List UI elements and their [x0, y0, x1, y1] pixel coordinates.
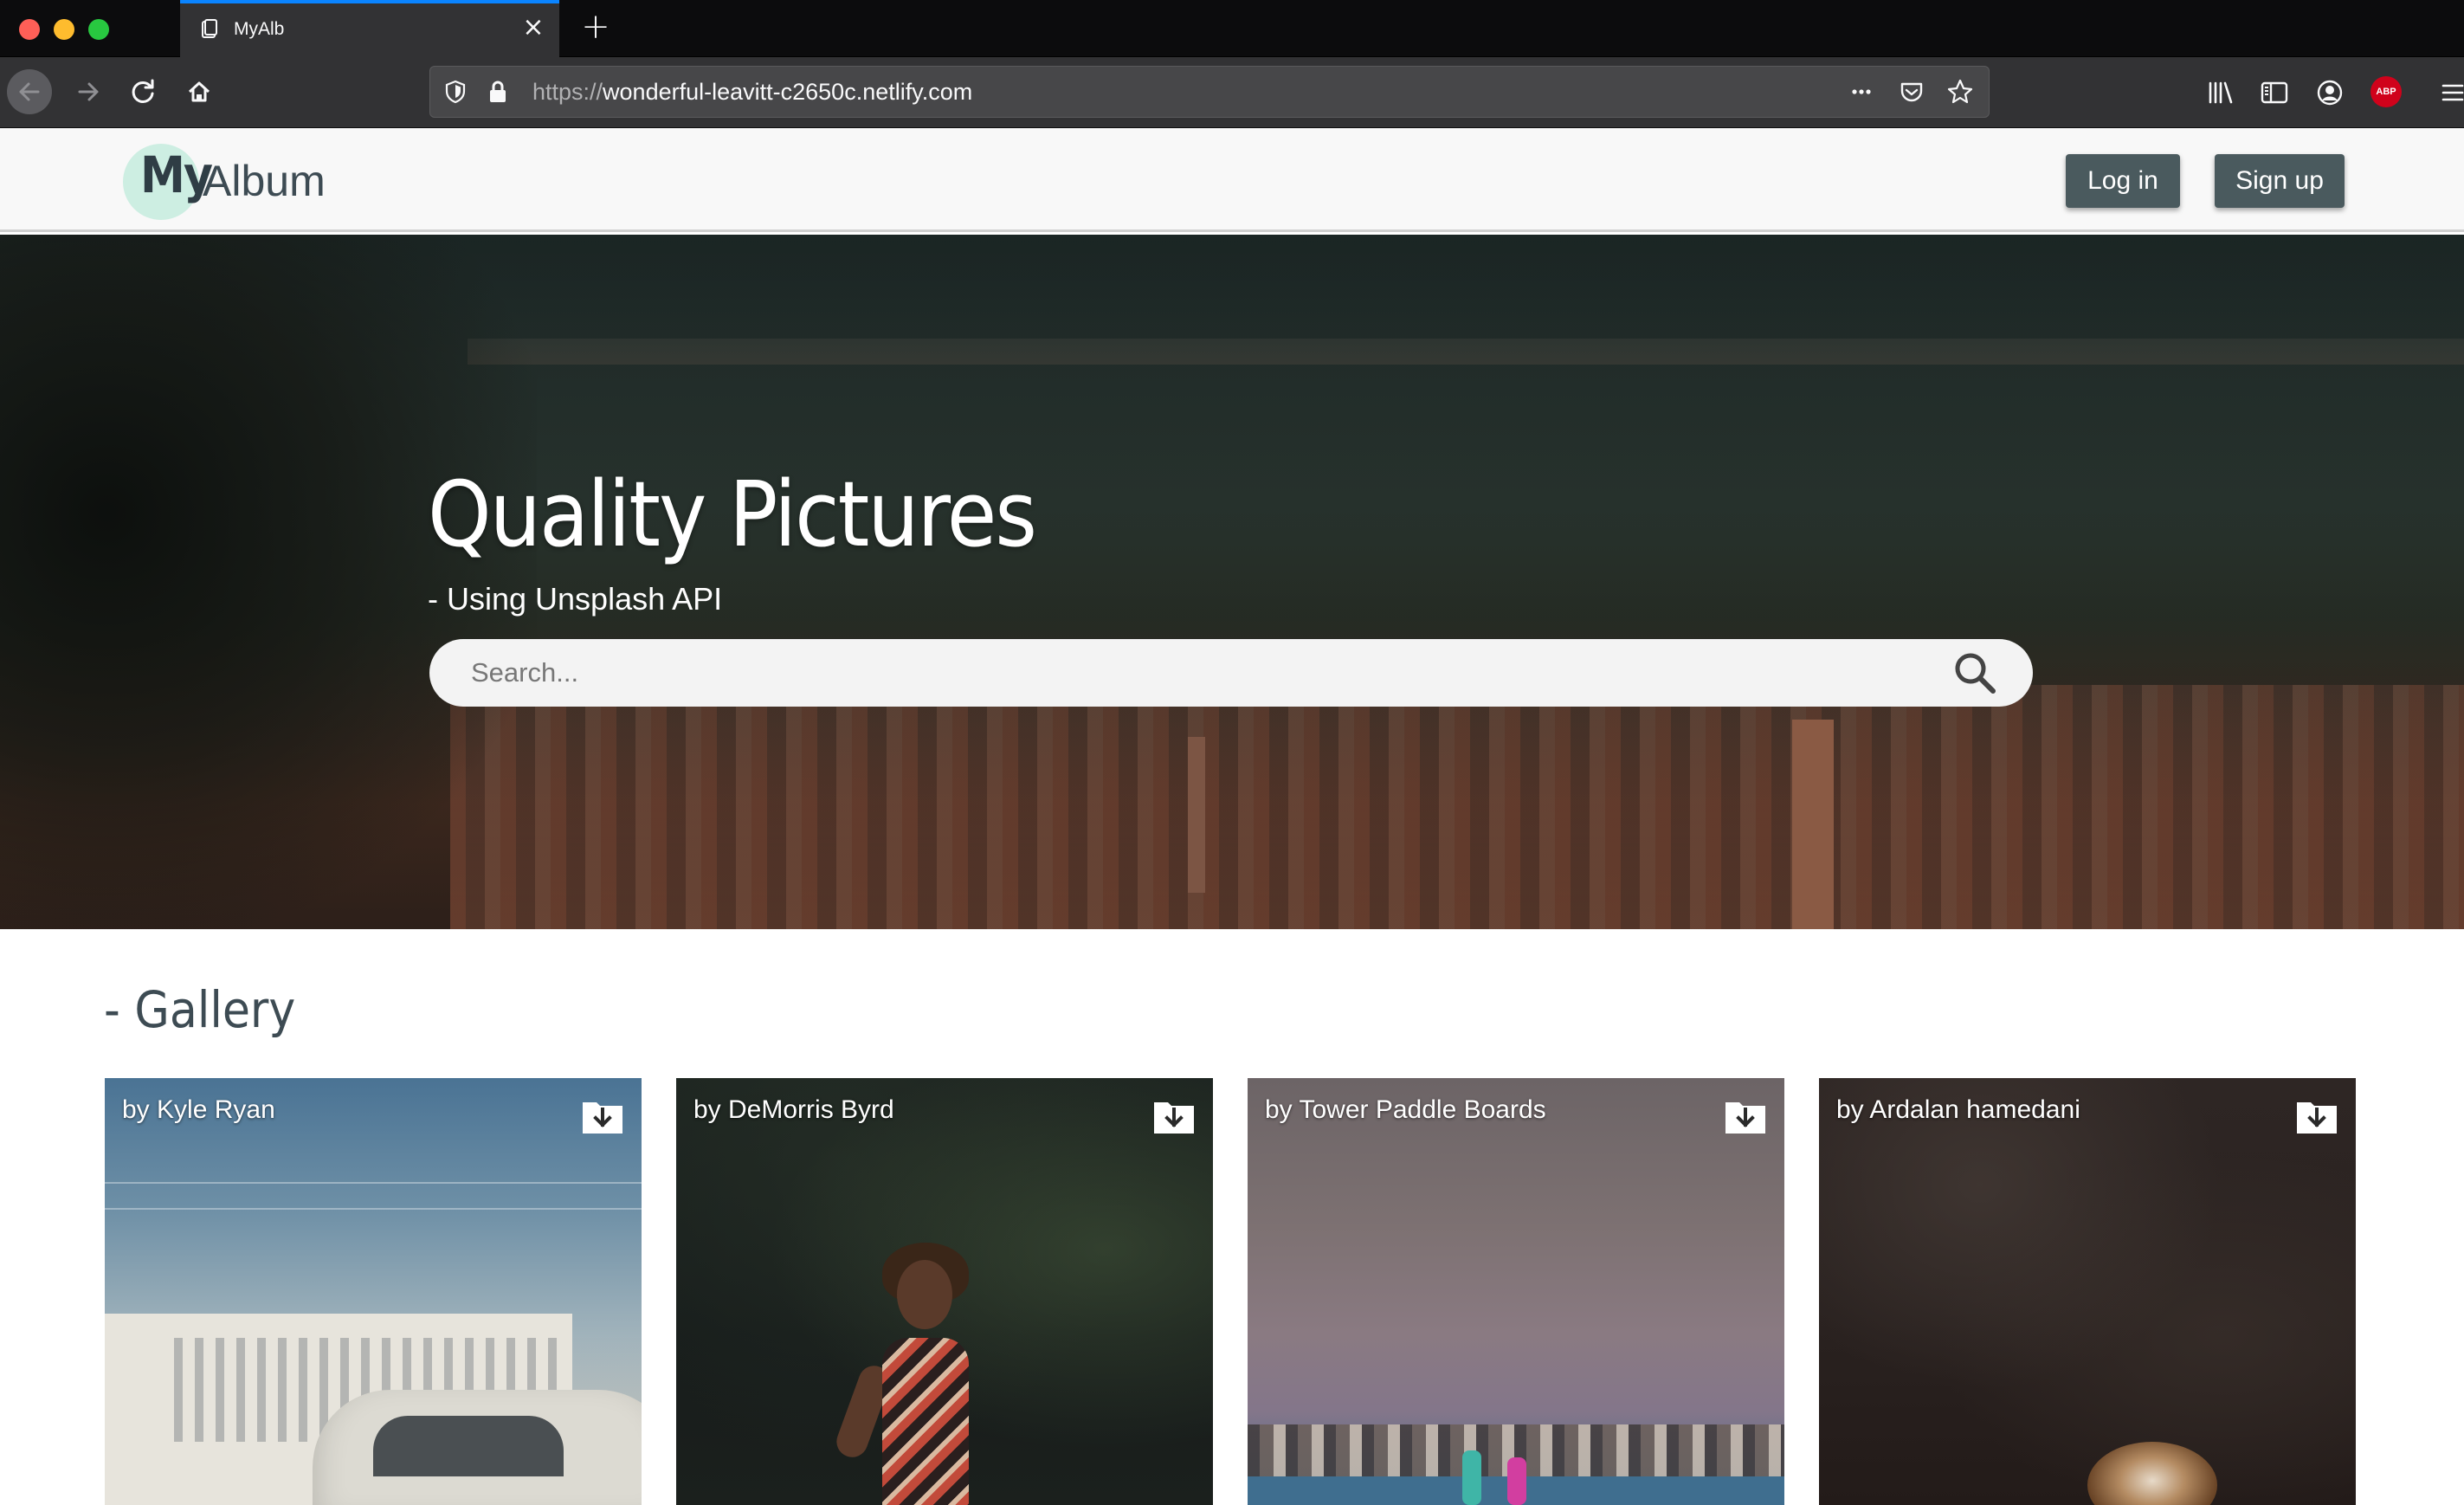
photo-author[interactable]: by Ardalan hamedani	[1836, 1095, 2080, 1125]
browser-tab-active[interactable]: MyAlb ×	[180, 0, 559, 57]
url-text[interactable]: https://wonderful-leavitt-c2650c.netlify…	[532, 79, 972, 106]
home-button[interactable]	[177, 69, 222, 114]
pocket-icon[interactable]	[1897, 77, 1926, 107]
site-header: My Album Log in Sign up	[0, 128, 2464, 232]
logo-album-text: Album	[203, 157, 326, 205]
gallery-photo[interactable]	[676, 1078, 1213, 1505]
search-box	[429, 639, 2033, 707]
login-button[interactable]: Log in	[2066, 154, 2180, 208]
hero-title: Quality Pictures	[428, 462, 1037, 567]
hero-bg-horizon	[468, 339, 2464, 365]
lock-icon[interactable]	[486, 79, 510, 105]
page-actions-menu-icon[interactable]	[1847, 77, 1876, 107]
adblock-plus-icon[interactable]: ABP	[2370, 76, 2402, 107]
photo-detail	[105, 1208, 642, 1210]
hero-subtitle: - Using Unsplash API	[428, 581, 723, 617]
forward-button[interactable]	[66, 69, 111, 114]
gallery-title: - Gallery	[104, 980, 296, 1039]
gallery-card[interactable]: by DeMorris Byrd	[676, 1078, 1213, 1505]
photo-detail	[2087, 1442, 2217, 1505]
signup-button[interactable]: Sign up	[2215, 154, 2345, 208]
hero-bg-minaret-small	[1188, 737, 1205, 893]
photo-author[interactable]: by DeMorris Byrd	[693, 1095, 894, 1125]
page-favicon-icon	[201, 19, 218, 40]
gallery-card[interactable]: by Kyle Ryan	[105, 1078, 642, 1505]
search-input[interactable]	[469, 639, 1941, 707]
photo-detail	[373, 1416, 564, 1476]
hero-bg-city	[450, 685, 2464, 929]
download-icon[interactable]	[1724, 1097, 1767, 1135]
search-icon[interactable]	[1951, 649, 1998, 696]
hero-banner: Quality Pictures - Using Unsplash API	[0, 235, 2464, 929]
logo-my-text: My	[140, 145, 213, 204]
download-icon[interactable]	[1152, 1097, 1196, 1135]
photo-author[interactable]: by Tower Paddle Boards	[1265, 1095, 1546, 1125]
download-icon[interactable]	[2295, 1097, 2338, 1135]
close-window-button[interactable]	[19, 19, 40, 40]
photo-detail	[897, 1260, 952, 1329]
photo-detail	[1462, 1450, 1481, 1505]
photo-author[interactable]: by Kyle Ryan	[122, 1095, 275, 1125]
photo-detail	[1507, 1457, 1526, 1505]
maximize-window-button[interactable]	[88, 19, 109, 40]
gallery-photo[interactable]	[1248, 1078, 1784, 1505]
download-icon[interactable]	[581, 1097, 624, 1135]
back-button[interactable]	[7, 69, 52, 114]
minimize-window-button[interactable]	[54, 19, 74, 40]
close-tab-icon[interactable]: ×	[521, 15, 545, 41]
hero-bg-minaret	[1792, 720, 1834, 929]
library-icon[interactable]	[2204, 76, 2237, 109]
menu-hamburger-icon[interactable]	[2436, 76, 2464, 109]
sidebar-icon[interactable]	[2258, 76, 2291, 109]
account-icon[interactable]	[2313, 76, 2346, 109]
url-actions	[1847, 77, 1977, 107]
bookmark-star-icon[interactable]	[1945, 77, 1975, 107]
new-tab-button[interactable]: +	[580, 10, 611, 44]
reload-button[interactable]	[121, 69, 166, 114]
photo-detail	[882, 1338, 969, 1505]
url-scheme: https://	[532, 79, 603, 105]
gallery-photo[interactable]	[105, 1078, 642, 1505]
tab-title: MyAlb	[234, 19, 285, 39]
site-logo[interactable]: My Album	[123, 137, 348, 223]
tracking-protection-shield-icon[interactable]	[442, 79, 468, 105]
browser-nav-bar: https://wonderful-leavitt-c2650c.netlify…	[0, 57, 2464, 128]
gallery-card[interactable]: by Ardalan hamedani	[1819, 1078, 2356, 1505]
gallery-card[interactable]: by Tower Paddle Boards	[1248, 1078, 1784, 1505]
gallery-photo[interactable]	[1819, 1078, 2356, 1505]
browser-tab-bar: MyAlb × +	[0, 0, 2464, 57]
photo-detail	[105, 1182, 642, 1184]
address-bar[interactable]: https://wonderful-leavitt-c2650c.netlify…	[429, 66, 1990, 118]
url-host: wonderful-leavitt-c2650c.netlify.com	[603, 79, 973, 105]
